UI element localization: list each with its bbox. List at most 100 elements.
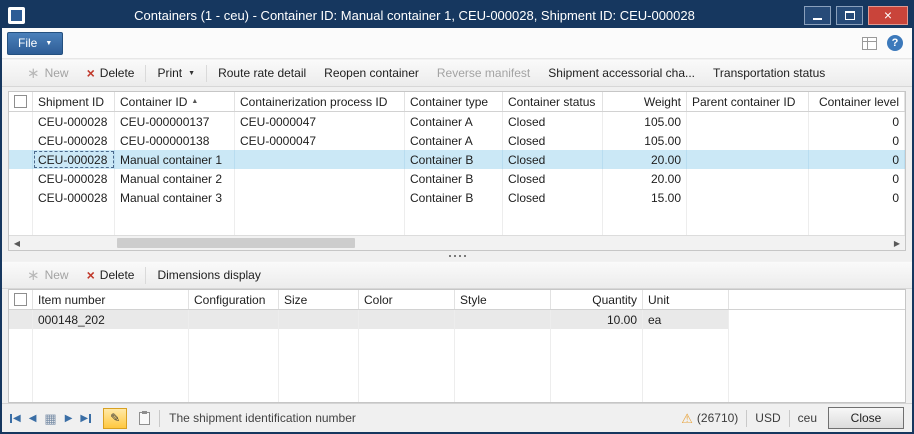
table-cell[interactable]: 15.00 (603, 188, 687, 207)
layout-icon[interactable] (862, 37, 877, 50)
table-cell[interactable] (687, 169, 809, 188)
last-record-button[interactable]: ▶ (80, 413, 91, 424)
table-cell[interactable] (235, 169, 405, 188)
table-cell[interactable]: CEU-0000047 (235, 112, 405, 131)
column-header-style[interactable]: Style (455, 290, 551, 309)
edit-record-button[interactable]: ✎ (103, 408, 127, 429)
column-header-shipment-id[interactable]: Shipment ID (33, 92, 115, 111)
column-header-size[interactable]: Size (279, 290, 359, 309)
table-row-selected[interactable]: CEU-000028 Manual container 1 Container … (9, 150, 905, 169)
table-cell[interactable] (455, 310, 551, 329)
route-rate-detail-button[interactable]: Route rate detail (209, 62, 315, 84)
column-header-containerization-process-id[interactable]: Containerization process ID (235, 92, 405, 111)
close-window-button[interactable]: × (868, 6, 908, 25)
table-cell[interactable]: CEU-000000138 (115, 131, 235, 150)
table-cell[interactable] (189, 310, 279, 329)
table-cell[interactable]: CEU-000028 (33, 131, 115, 150)
currency-indicator[interactable]: USD (755, 411, 780, 425)
table-cell[interactable]: CEU-000000137 (115, 112, 235, 131)
table-cell[interactable]: Closed (503, 112, 603, 131)
table-cell[interactable]: Manual container 3 (115, 188, 235, 207)
minimize-button[interactable] (804, 6, 831, 25)
select-all-header[interactable] (9, 92, 33, 111)
row-selector[interactable] (9, 310, 33, 329)
table-row-selected[interactable]: 000148_202 10.00 ea (9, 310, 905, 329)
table-row[interactable]: CEU-000028 Manual container 3 Container … (9, 188, 905, 207)
table-cell[interactable]: 20.00 (603, 169, 687, 188)
file-menu-button[interactable]: File ▼ (7, 32, 63, 55)
print-button[interactable]: Print ▼ (148, 62, 204, 84)
table-cell[interactable]: CEU-000028 (33, 169, 115, 188)
column-header-parent-container-id[interactable]: Parent container ID (687, 92, 809, 111)
table-cell[interactable] (687, 112, 809, 131)
table-cell[interactable]: 105.00 (603, 131, 687, 150)
column-header-configuration[interactable]: Configuration (189, 290, 279, 309)
select-all-checkbox[interactable] (14, 293, 27, 306)
delete-button[interactable]: × Delete (78, 264, 144, 286)
table-cell[interactable] (279, 310, 359, 329)
row-selector[interactable] (9, 112, 33, 131)
grid-view-icon[interactable]: ▦ (44, 412, 56, 425)
column-header-container-status[interactable]: Container status (503, 92, 603, 111)
shipment-accessorial-charges-button[interactable]: Shipment accessorial cha... (539, 62, 704, 84)
column-header-container-level[interactable]: Container level (809, 92, 905, 111)
reopen-container-button[interactable]: Reopen container (315, 62, 428, 84)
next-record-button[interactable]: ▶ (65, 413, 73, 424)
column-header-color[interactable]: Color (359, 290, 455, 309)
table-cell-focused[interactable]: CEU-000028 (33, 150, 115, 169)
column-header-unit[interactable]: Unit (643, 290, 729, 309)
table-cell[interactable]: CEU-000028 (33, 112, 115, 131)
row-selector[interactable] (9, 150, 33, 169)
table-cell[interactable]: 0 (809, 169, 905, 188)
column-header-container-id[interactable]: Container ID▲ (115, 92, 235, 111)
horizontal-scrollbar[interactable]: ◀ ▶ (9, 235, 905, 250)
table-cell[interactable]: Container A (405, 131, 503, 150)
new-button[interactable]: ∗ New (18, 264, 78, 286)
table-cell[interactable]: Manual container 1 (115, 150, 235, 169)
table-cell[interactable] (235, 150, 405, 169)
column-header-item-number[interactable]: Item number (33, 290, 189, 309)
delete-button[interactable]: × Delete (78, 62, 144, 84)
scrollbar-thumb[interactable] (117, 238, 355, 248)
scroll-left-icon[interactable]: ◀ (9, 236, 25, 250)
table-row[interactable]: CEU-000028 Manual container 2 Container … (9, 169, 905, 188)
table-cell[interactable]: Container B (405, 169, 503, 188)
table-cell[interactable]: Closed (503, 131, 603, 150)
column-header-weight[interactable]: Weight (603, 92, 687, 111)
scroll-right-icon[interactable]: ▶ (889, 236, 905, 250)
column-header-container-type[interactable]: Container type (405, 92, 503, 111)
help-icon[interactable]: ? (887, 35, 903, 51)
table-cell[interactable]: 0 (809, 131, 905, 150)
table-cell[interactable]: Closed (503, 188, 603, 207)
maximize-button[interactable] (836, 6, 863, 25)
row-selector[interactable] (9, 131, 33, 150)
table-cell[interactable]: 10.00 (551, 310, 643, 329)
table-cell[interactable] (235, 188, 405, 207)
new-button[interactable]: ∗ New (18, 62, 78, 84)
table-cell[interactable] (687, 150, 809, 169)
table-cell[interactable]: 0 (809, 112, 905, 131)
table-row[interactable]: CEU-000028 CEU-000000137 CEU-0000047 Con… (9, 112, 905, 131)
clipboard-icon[interactable] (139, 412, 150, 425)
table-cell[interactable]: Closed (503, 169, 603, 188)
table-cell[interactable]: Container A (405, 112, 503, 131)
table-cell[interactable]: Container B (405, 150, 503, 169)
company-indicator[interactable]: ceu (798, 411, 817, 425)
table-cell[interactable] (687, 131, 809, 150)
notification-count[interactable]: (26710) (697, 411, 738, 425)
row-selector[interactable] (9, 169, 33, 188)
table-cell[interactable]: 20.00 (603, 150, 687, 169)
table-cell[interactable]: 0 (809, 188, 905, 207)
table-cell[interactable]: Closed (503, 150, 603, 169)
close-button[interactable]: Close (828, 407, 904, 429)
table-row[interactable]: CEU-000028 CEU-000000138 CEU-0000047 Con… (9, 131, 905, 150)
column-header-quantity[interactable]: Quantity (551, 290, 643, 309)
app-icon[interactable] (8, 7, 25, 24)
pane-splitter[interactable] (2, 251, 912, 261)
notifications-icon[interactable]: ⚠ (681, 412, 693, 425)
select-all-header[interactable] (9, 290, 33, 309)
table-cell[interactable]: 0 (809, 150, 905, 169)
table-cell[interactable] (359, 310, 455, 329)
table-cell[interactable]: Manual container 2 (115, 169, 235, 188)
transportation-status-button[interactable]: Transportation status (704, 62, 834, 84)
